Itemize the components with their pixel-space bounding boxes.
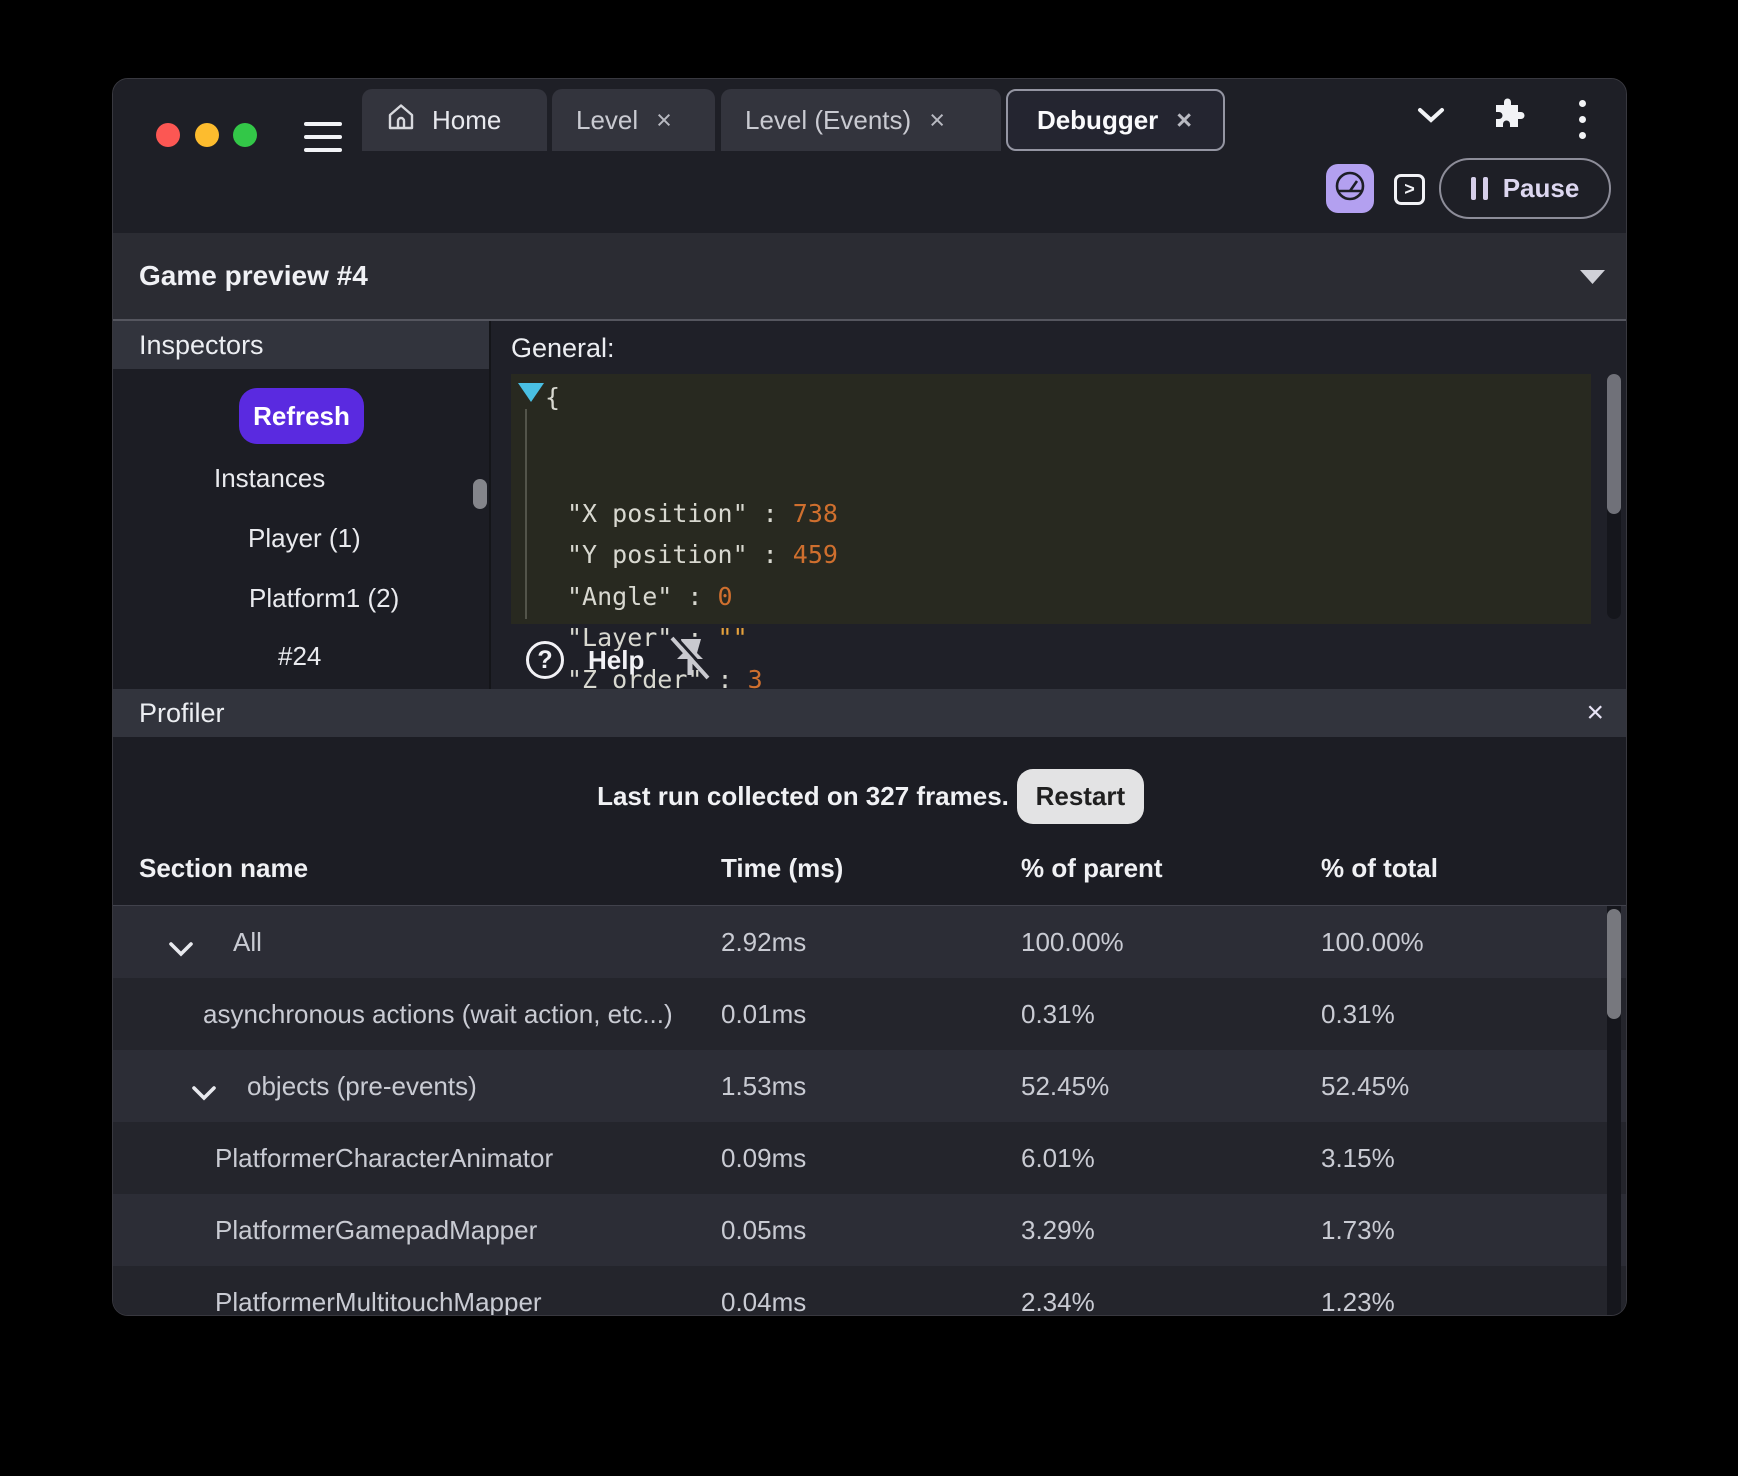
game-preview-title: Game preview #4 [139,260,368,292]
inspector-item-player[interactable]: Player (1) [248,522,361,554]
profiler-title: Profiler [139,698,225,728]
pause-button[interactable]: Pause [1439,158,1611,219]
table-row[interactable]: asynchronous actions (wait action, etc..… [113,978,1627,1050]
general-panel: General: { "X position" : 738 "Y positio… [491,321,1627,689]
tab-debugger[interactable]: Debugger × [1006,89,1225,151]
column-time-ms: Time (ms) [721,853,843,884]
console-button[interactable]: > [1394,174,1425,205]
tab-debugger-label: Debugger [1037,105,1158,136]
profiler-scrollbar-thumb[interactable] [1607,909,1621,1019]
tab-level-label: Level [576,105,638,136]
indent-guide [525,409,527,619]
general-title: General: [511,333,615,364]
gauge-icon [1333,169,1367,208]
console-prompt-glyph: > [1404,179,1415,200]
chevron-down-icon[interactable] [191,1077,217,1109]
tab-level-events-label: Level (Events) [745,105,911,136]
table-row[interactable]: PlatformerCharacterAnimator 0.09ms 6.01%… [113,1122,1627,1194]
tab-home[interactable]: Home [362,89,547,151]
menu-hamburger-icon[interactable] [304,122,342,152]
kebab-menu-icon[interactable] [1579,100,1587,146]
inspector-item-24[interactable]: #24 [278,640,321,672]
properties-json-view: { "X position" : 738 "Y position" : 459 … [511,374,1591,624]
tab-level-events[interactable]: Level (Events) × [721,89,1001,151]
tab-level-events-close-icon[interactable]: × [927,107,947,134]
profiler-panel: Profiler × Last run collected on 327 fra… [113,689,1627,1316]
profiler-close-icon[interactable]: × [1586,689,1604,737]
column-percent-of-parent: % of parent [1021,853,1163,884]
tab-debugger-close-icon[interactable]: × [1174,107,1194,134]
refresh-button[interactable]: Refresh [239,388,364,444]
table-row[interactable]: PlatformerGamepadMapper 0.05ms 3.29% 1.7… [113,1194,1627,1266]
help-link[interactable]: Help [588,645,644,676]
tab-level[interactable]: Level × [552,89,715,151]
tab-home-label: Home [432,105,501,136]
inspectors-scrollbar-thumb[interactable] [473,479,487,509]
debugger-window: Home Level × Level (Events) × Debugger × [112,78,1627,1316]
pin-disabled-icon[interactable] [667,633,713,688]
table-row[interactable]: objects (pre-events) 1.53ms 52.45% 52.45… [113,1050,1627,1122]
inspectors-title: Inspectors [113,321,489,369]
title-tab-bar: Home Level × Level (Events) × Debugger × [113,79,1627,233]
json-line-y-position: "Y position" : 459 [567,540,838,570]
table-row[interactable]: All 2.92ms 100.00% 100.00% [113,906,1627,978]
extensions-puzzle-icon[interactable] [1490,97,1526,138]
profiler-header: Profiler × [113,689,1627,737]
profiler-column-headers: Section name Time (ms) % of parent % of … [113,839,1627,906]
pause-icon [1471,177,1488,200]
chevron-down-icon[interactable] [168,933,194,965]
json-open-brace: { [545,383,560,413]
traffic-light-close-button[interactable] [156,123,180,147]
traffic-light-zoom-button[interactable] [233,123,257,147]
general-scrollbar-thumb[interactable] [1607,374,1621,514]
home-icon [386,102,416,139]
traffic-light-minimize-button[interactable] [195,123,219,147]
tab-level-close-icon[interactable]: × [654,107,674,134]
table-row[interactable]: PlatformerMultitouchMapper 0.04ms 2.34% … [113,1266,1627,1316]
json-line-angle: "Angle" : 0 [567,582,733,612]
profiler-status-text: Last run collected on 327 frames. [597,781,1009,812]
profiler-gauge-button[interactable] [1326,164,1374,213]
json-line-x-position: "X position" : 738 [567,499,838,529]
chevron-down-icon[interactable] [1417,107,1445,129]
inspector-item-instances[interactable]: Instances [214,462,325,494]
collapse-triangle-icon[interactable] [518,383,544,407]
inspectors-panel: Inspectors Refresh Instances Player (1) … [113,321,491,689]
game-preview-header[interactable]: Game preview #4 [113,233,1627,321]
pause-button-label: Pause [1503,173,1580,204]
inspector-item-platform1[interactable]: Platform1 (2) [249,582,399,614]
column-section-name: Section name [139,853,308,884]
preview-collapse-chevron-icon[interactable] [1579,269,1606,290]
restart-button[interactable]: Restart [1017,769,1144,824]
help-question-icon[interactable]: ? [526,641,564,679]
column-percent-of-total: % of total [1321,853,1438,884]
profiler-status-row: Last run collected on 327 frames. Restar… [113,751,1627,841]
